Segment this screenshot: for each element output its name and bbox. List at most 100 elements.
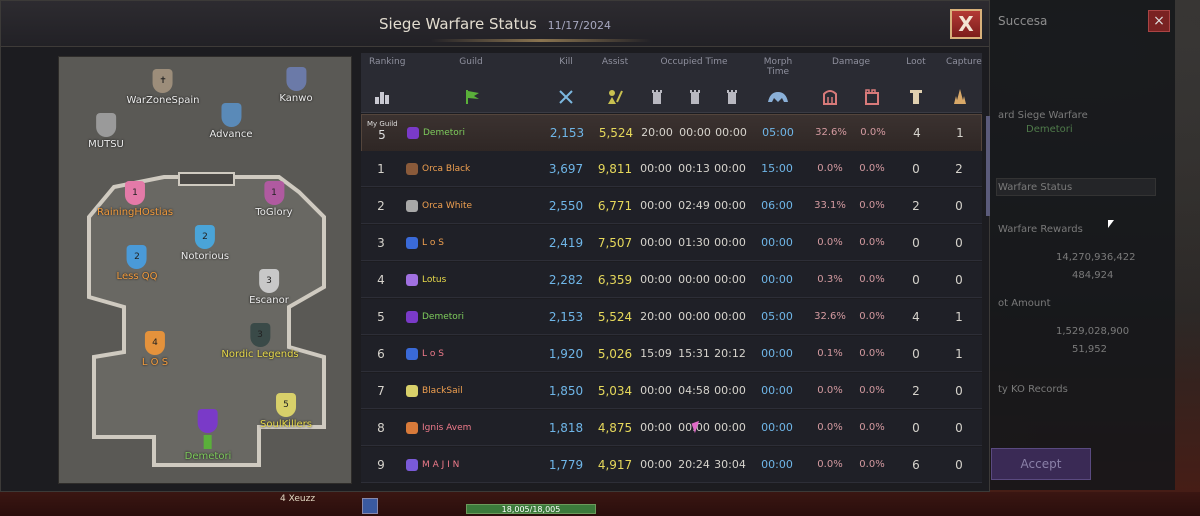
wall-damage-cell: 0.0% [859,459,885,470]
capture-spire-icon [954,89,966,104]
wall-damage-cell: 0.0% [859,163,885,174]
assist-cell: 5,524 [597,310,633,324]
map-guild-kanwo[interactable]: Kanwo [279,67,313,104]
wall-damage-cell: 0.0% [859,311,885,322]
occupied-time-1-cell: 00:00 [640,273,672,286]
bg-line: ty KO Records [998,384,1068,395]
table-row[interactable]: 8 Ignis Avem 1,818 4,875 00:00 00:00 00:… [361,410,982,446]
kill-cell: 1,850 [548,384,584,398]
occupied-time-1-cell: 00:00 [640,421,672,434]
map-guild-raininghostias[interactable]: 1 RainingHOstias [97,181,173,218]
occupied-time-2-cell: 00:00 [678,273,710,286]
kill-cell: 2,419 [548,236,584,250]
map-guild-demetori[interactable]: Demetori [185,409,231,462]
background-window-title: Succesa [998,14,1048,28]
header-morph-time: Morph Time [763,57,793,77]
table-header: Ranking Guild Kill Assist Occupied Time … [361,53,982,113]
table-scrollbar[interactable] [986,116,990,216]
bg-line: 14,270,936,422 [1056,252,1136,263]
guild-emblem-icon [198,409,218,433]
map-guild-soulkillers[interactable]: 5 SoulKillers [260,393,312,430]
rank-cell: 6 [377,347,385,361]
map-guild-mutsu[interactable]: MUTSU [88,113,124,150]
wall-icon [865,89,879,105]
map-guild-escanor[interactable]: 3 Escanor [249,269,289,306]
dragon-emblem-icon [406,348,418,360]
gate-damage-cell: 0.0% [817,163,843,174]
assist-cell: 5,026 [597,347,633,361]
occupied-time-3-cell: 20:12 [714,347,746,360]
morph-time-cell: 00:00 [761,273,793,286]
loot-cell: 2 [912,199,920,213]
assist-cell: 7,507 [597,236,633,250]
guild-cell: L o S [406,225,536,261]
wall-damage-cell: 0.0% [859,237,885,248]
mouse-cursor-icon [1108,220,1114,228]
occupied-time-3-cell: 00:00 [714,310,746,323]
wall-damage-cell: 0.0% [859,385,885,396]
capture-cell: 1 [955,347,963,361]
morph-time-cell: 00:00 [761,236,793,249]
loot-cell: 4 [912,310,920,324]
tower-icon [652,90,662,104]
rank-cell: 2 [377,199,385,213]
background-window: Succesa ard Siege Warfare Demetori Warfa… [985,0,1175,490]
bg-line: ard Siege Warfare [998,110,1088,121]
capture-cell: 2 [955,162,963,176]
occupied-time-1-cell: 15:09 [640,347,672,360]
gate-damage-cell: 0.1% [817,348,843,359]
wall-damage-cell: 0.0% [859,348,885,359]
gate-damage-cell: 0.0% [817,237,843,248]
loot-cell: 2 [912,384,920,398]
crossed-swords-icon [559,90,573,104]
capture-cell: 0 [955,273,963,287]
capture-cell: 0 [955,458,963,472]
capture-cell: 0 [955,236,963,250]
capture-cell: 1 [955,310,963,324]
map-guild-los[interactable]: 4 L O S [142,331,168,368]
turtle-emblem-icon [406,200,418,212]
header-kill: Kill [559,57,573,67]
occupied-time-1-cell: 00:00 [640,199,672,212]
close-button[interactable]: X [950,9,982,39]
table-row[interactable]: 7 BlackSail 1,850 5,034 00:00 04:58 00:0… [361,373,982,409]
guild-emblem-icon [406,459,418,471]
table-row[interactable]: 4 Lotus 2,282 6,359 00:00 00:00 00:00 00… [361,262,982,298]
occupied-time-2-cell: 02:49 [678,199,710,212]
table-row[interactable]: 6 L o S 1,920 5,026 15:09 15:31 20:12 00… [361,336,982,372]
kill-cell: 1,818 [548,421,584,435]
bg-line: Demetori [1026,124,1073,135]
bg-line: 1,529,028,900 [1056,326,1130,337]
assist-cell: 5,524 [598,126,634,140]
occupied-time-2-cell: 00:00 [678,310,710,323]
assist-cell: 6,771 [597,199,633,213]
map-guild-lessqq[interactable]: 2 Less QQ [117,245,157,282]
loot-cell: 0 [912,162,920,176]
map-guild-warzonespain[interactable]: ✝ WarZoneSpain [127,69,199,106]
map-guild-nordic-legends[interactable]: 3 Nordic Legends [221,323,299,360]
table-row[interactable]: 2 Orca White 2,550 6,771 00:00 02:49 00:… [361,188,982,224]
background-close-button[interactable]: × [1148,10,1170,32]
map-guild-advance[interactable]: Advance [209,103,253,140]
my-guild-row[interactable]: My Guild 5 Demetori 2,153 5,524 20:00 00… [361,114,982,152]
loot-pillar-icon [910,90,922,104]
morph-beast-icon [768,92,788,102]
map-guild-notorious[interactable]: 2 Notorious [181,225,229,262]
my-guild-rank: 5 [378,128,386,142]
accept-button[interactable]: Accept [991,448,1091,480]
skill-icon[interactable] [362,498,378,514]
siege-map: ✝ WarZoneSpain Kanwo MUTSU Advance 1 Rai… [58,56,352,484]
loot-cell: 0 [912,421,920,435]
hud-bar [0,492,1200,516]
bg-line: 51,952 [1072,344,1107,355]
guild-emblem-icon: 3 [250,323,270,347]
wall-damage-cell: 0.0% [859,422,885,433]
occupied-time-3-cell: 00:00 [714,162,746,175]
table-row[interactable]: 9 M A J I N 1,779 4,917 00:00 20:24 30:0… [361,447,982,483]
tower-icon [690,90,700,104]
guild-cell: Orca White [406,188,536,224]
table-row[interactable]: 1 Orca Black 3,697 9,811 00:00 00:13 00:… [361,151,982,187]
map-guild-toglory[interactable]: 1 ToGlory [255,181,293,218]
table-row[interactable]: 5 Demetori 2,153 5,524 20:00 00:00 00:00… [361,299,982,335]
table-row[interactable]: 3 L o S 2,419 7,507 00:00 01:30 00:00 00… [361,225,982,261]
